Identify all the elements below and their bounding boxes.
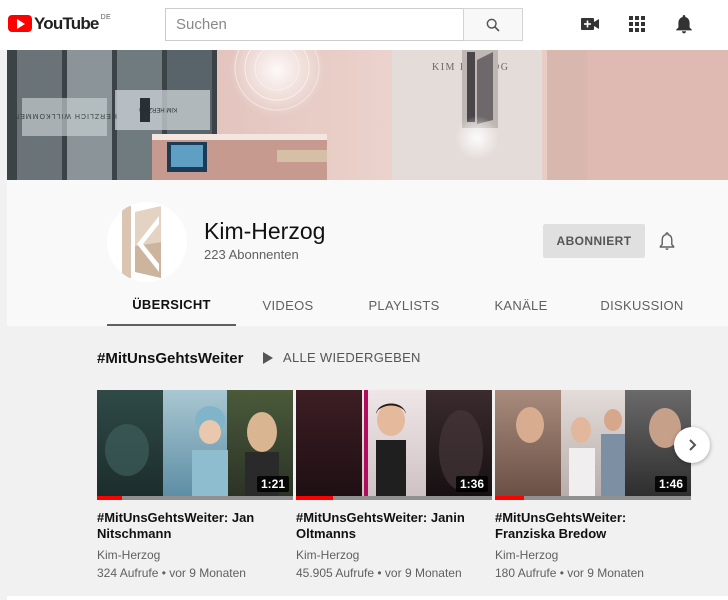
banner-welcome-text: HERZLICH WILLKOMMEN — [13, 112, 117, 119]
video-thumbnail[interactable]: 1:46 — [495, 390, 691, 500]
masthead: YouTube DE — [0, 0, 728, 50]
tab-discussion[interactable]: DISKUSSION — [574, 285, 710, 326]
video-duration: 1:36 — [455, 476, 488, 492]
watch-progress-fill — [97, 496, 123, 500]
channel-name: Kim-Herzog — [204, 218, 326, 244]
subscriber-count: 223 Abonnenten — [204, 247, 299, 262]
video-duration: 1:21 — [256, 476, 289, 492]
watch-progress-track — [495, 496, 691, 500]
channel-tabs: ÜBERSICHT VIDEOS PLAYLISTS KANÄLE DISKUS… — [107, 285, 710, 326]
video-channel[interactable]: Kim-Herzog — [97, 548, 293, 562]
video-thumbnail[interactable]: 1:36 — [296, 390, 492, 500]
play-icon — [263, 351, 273, 364]
logo-text: YouTube — [34, 14, 99, 33]
watch-progress-track — [296, 496, 492, 500]
video-title[interactable]: #MitUnsGehtsWeiter: Franziska Bredow — [495, 510, 685, 542]
create-video-button[interactable] — [580, 14, 600, 34]
tab-overview[interactable]: ÜBERSICHT — [107, 285, 236, 326]
tab-playlists[interactable]: PLAYLISTS — [340, 285, 468, 326]
video-meta: 45.905 Aufrufe • vor 9 Monaten — [296, 566, 462, 580]
channel-notification-button[interactable] — [658, 231, 678, 251]
notification-bell-outline-icon — [659, 232, 675, 250]
video-meta: 324 Aufrufe • vor 9 Monaten — [97, 566, 246, 580]
shelf-bottom-divider — [7, 596, 728, 600]
video-meta: 180 Aufrufe • vor 9 Monaten — [495, 566, 644, 580]
watch-progress-fill — [495, 496, 525, 500]
subscribe-button[interactable]: ABONNIERT — [543, 224, 645, 258]
apps-button[interactable] — [627, 14, 647, 34]
tab-videos[interactable]: VIDEOS — [236, 285, 340, 326]
shelf-title[interactable]: #MitUnsGehtsWeiter — [97, 350, 243, 367]
create-video-icon — [581, 18, 599, 30]
youtube-play-icon — [8, 15, 32, 32]
search-icon — [486, 18, 500, 32]
video-card[interactable]: 1:46 #MitUnsGehtsWeiter: Franziska Bredo… — [495, 390, 691, 580]
notifications-bell-icon — [676, 15, 692, 34]
channel-avatar[interactable] — [107, 202, 187, 282]
video-channel[interactable]: Kim-Herzog — [495, 548, 691, 562]
search-bar — [165, 8, 523, 41]
play-all-button[interactable]: ALLE WIEDERGEBEN — [263, 350, 421, 365]
channel-banner-image: HERZLICH WILLKOMMEN KIM HERZOG KIM HERZO… — [7, 50, 728, 180]
video-duration: 1:46 — [654, 476, 687, 492]
video-channel[interactable]: Kim-Herzog — [296, 548, 492, 562]
kim-herzog-logo-icon — [122, 206, 161, 278]
search-input[interactable] — [165, 8, 463, 41]
tab-channels[interactable]: KANÄLE — [468, 285, 574, 326]
play-all-label: ALLE WIEDERGEBEN — [283, 350, 421, 365]
logo-country-code: DE — [100, 14, 111, 21]
search-button[interactable] — [463, 8, 523, 41]
chevron-right-icon — [689, 439, 697, 451]
video-thumbnail[interactable]: 1:21 — [97, 390, 293, 500]
video-card[interactable]: 1:36 #MitUnsGehtsWeiter: Janin Oltmanns … — [296, 390, 492, 580]
watch-progress-fill — [296, 496, 334, 500]
banner-logo-small: KIM HERZOG — [139, 106, 177, 112]
video-card[interactable]: 1:21 #MitUnsGehtsWeiter: Jan Nitschmann … — [97, 390, 293, 580]
notifications-button[interactable] — [674, 14, 694, 34]
channel-header: Kim-Herzog 223 Abonnenten ABONNIERT ÜBER… — [7, 180, 728, 326]
playlist-shelf: #MitUnsGehtsWeiter ALLE WIEDERGEBEN 1:21… — [7, 326, 728, 600]
youtube-logo[interactable]: YouTube DE — [8, 14, 111, 34]
apps-grid-icon — [629, 16, 645, 32]
video-title[interactable]: #MitUnsGehtsWeiter: Janin Oltmanns — [296, 510, 486, 542]
shelf-next-button[interactable] — [674, 427, 710, 463]
video-title[interactable]: #MitUnsGehtsWeiter: Jan Nitschmann — [97, 510, 287, 542]
watch-progress-track — [97, 496, 293, 500]
masthead-actions — [580, 14, 694, 34]
channel-banner: HERZLICH WILLKOMMEN KIM HERZOG KIM HERZO… — [7, 50, 728, 180]
